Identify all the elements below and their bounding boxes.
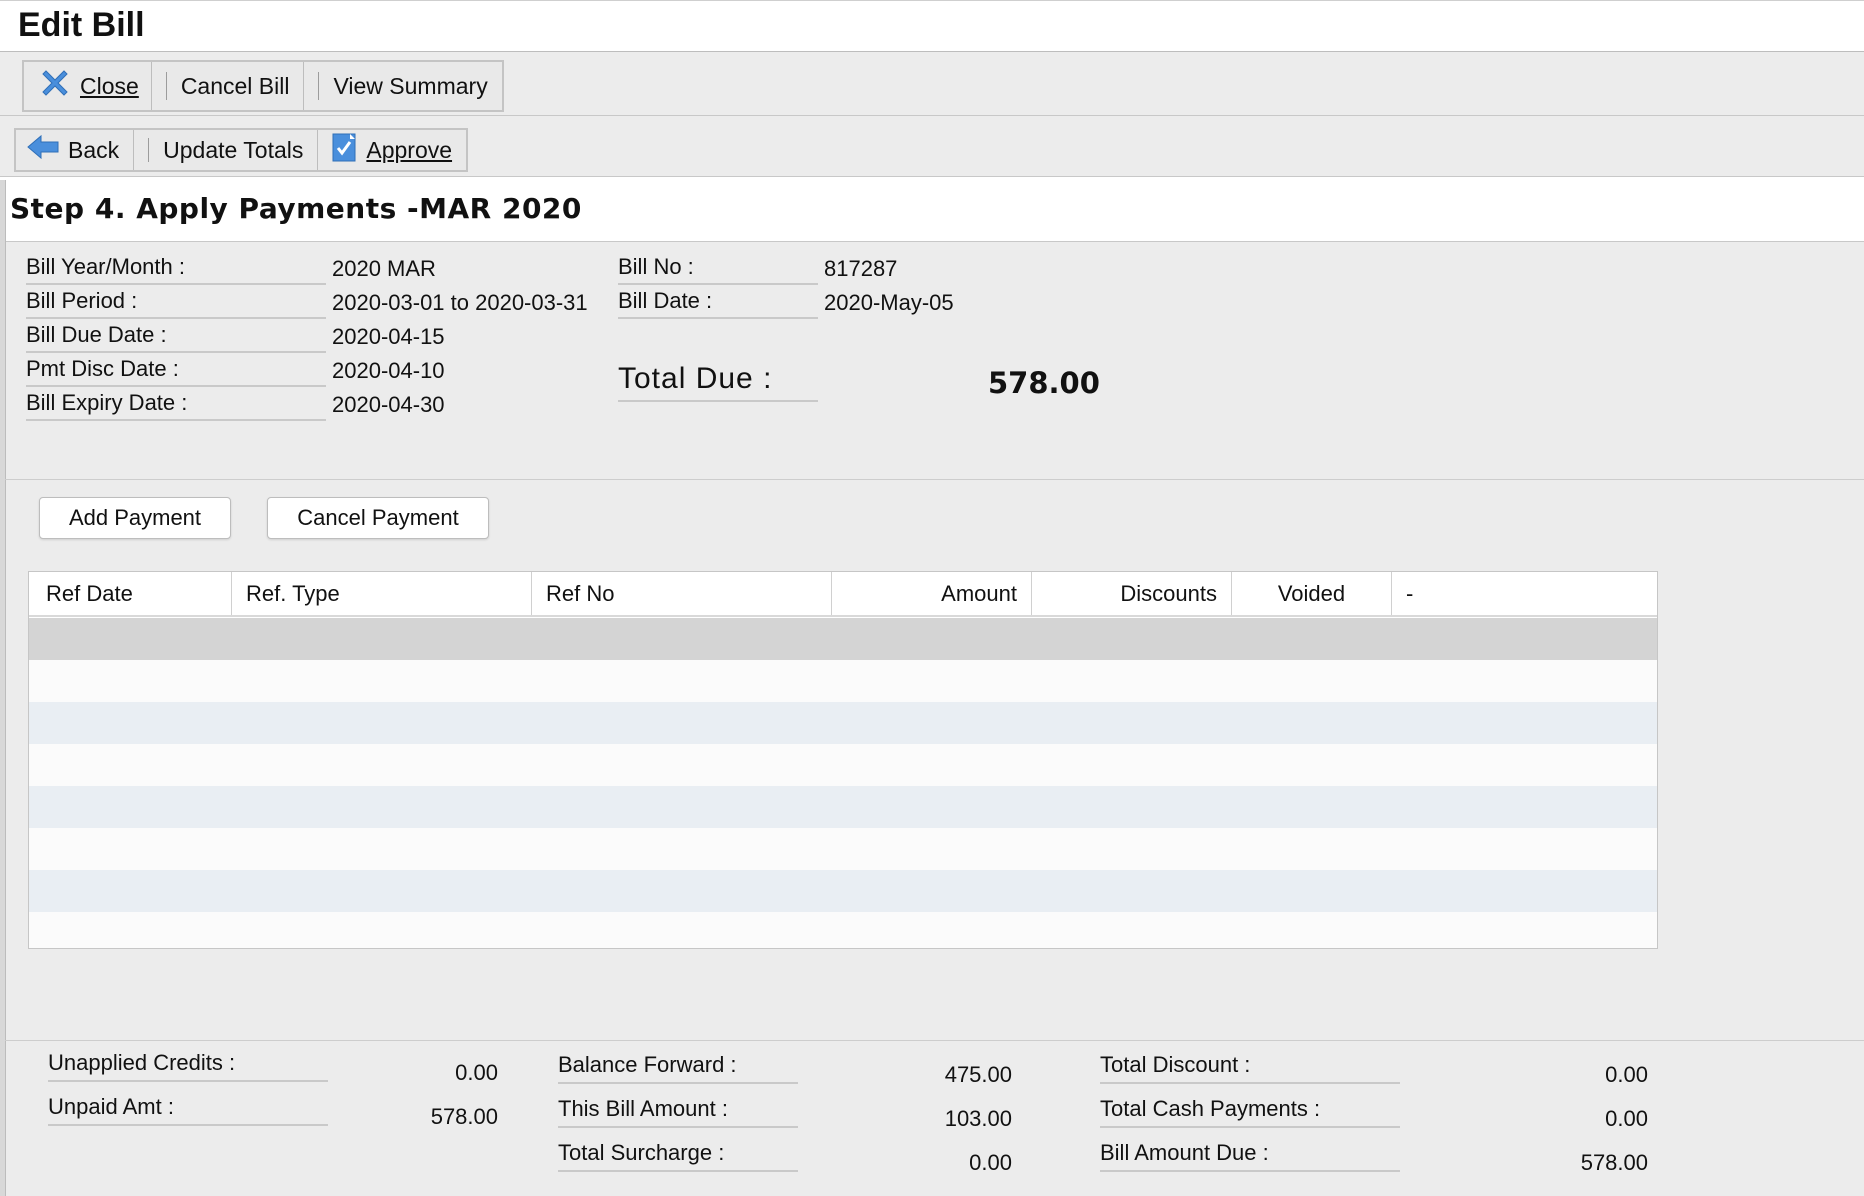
table-row[interactable] xyxy=(29,912,1657,948)
table-row[interactable] xyxy=(29,786,1657,828)
bill-no-label: Bill No : xyxy=(618,254,818,285)
footer-divider xyxy=(5,1040,1864,1041)
total-cash-payments-value: 0.00 xyxy=(1605,1106,1648,1131)
unapplied-credits-value: 0.00 xyxy=(455,1060,498,1085)
table-row[interactable] xyxy=(29,660,1657,702)
total-cash-payments-label: Total Cash Payments : xyxy=(1100,1096,1400,1128)
table-row[interactable] xyxy=(29,828,1657,870)
bill-amount-due-label: Bill Amount Due : xyxy=(1100,1140,1400,1172)
bill-due-date-label: Bill Due Date : xyxy=(26,322,326,353)
payments-table: Ref Date Ref. Type Ref No Amount Discoun… xyxy=(28,571,1658,949)
bill-period-value: 2020-03-01 to 2020-03-31 xyxy=(332,290,588,315)
bill-date-label: Bill Date : xyxy=(618,288,818,319)
bill-year-month-label: Bill Year/Month : xyxy=(26,254,326,285)
column-header-ref-no[interactable]: Ref No xyxy=(532,572,832,615)
toolbar-secondary-group: Back Update Totals Approve xyxy=(14,128,469,172)
approve-button[interactable]: Approve xyxy=(317,130,466,170)
bill-period-label: Bill Period : xyxy=(26,288,326,319)
table-header: Ref Date Ref. Type Ref No Amount Discoun… xyxy=(29,572,1657,617)
toolbar-secondary: Back Update Totals Approve xyxy=(0,116,1864,177)
close-icon xyxy=(38,66,72,106)
unapplied-credits-label: Unapplied Credits : xyxy=(48,1050,328,1082)
section-divider xyxy=(5,479,1864,480)
column-header-ref-type[interactable]: Ref. Type xyxy=(232,572,532,615)
column-header-amount[interactable]: Amount xyxy=(832,572,1032,615)
total-surcharge-label: Total Surcharge : xyxy=(558,1140,798,1172)
column-header-voided[interactable]: Voided xyxy=(1232,572,1392,615)
total-due-label: Total Due : xyxy=(618,362,818,402)
bill-date-value: 2020-May-05 xyxy=(824,290,954,315)
table-row[interactable] xyxy=(29,702,1657,744)
back-label: Back xyxy=(68,136,120,163)
back-button[interactable]: Back xyxy=(16,130,133,170)
toolbar-primary-group: Close Cancel Bill View Summary xyxy=(22,60,504,112)
column-header-discounts[interactable]: Discounts xyxy=(1032,572,1232,615)
approve-document-icon xyxy=(330,131,358,169)
total-surcharge-value: 0.00 xyxy=(969,1150,1012,1175)
this-bill-amount-value: 103.00 xyxy=(944,1106,1012,1131)
balance-forward-value: 475.00 xyxy=(944,1062,1012,1087)
toolbar-separator xyxy=(165,72,167,100)
close-button[interactable]: Close xyxy=(24,62,151,110)
toolbar-primary: Close Cancel Bill View Summary xyxy=(0,53,1864,116)
close-label: Close xyxy=(80,72,139,99)
step-title: Step 4. Apply Payments -MAR 2020 xyxy=(10,192,582,225)
left-edge-strip xyxy=(0,180,6,1196)
approve-label: Approve xyxy=(366,136,453,163)
update-totals-button[interactable]: Update Totals xyxy=(133,130,317,170)
view-summary-label: View Summary xyxy=(333,72,488,99)
bill-expiry-date-value: 2020-04-30 xyxy=(332,392,445,417)
bill-no-value: 817287 xyxy=(824,256,898,281)
bill-due-date-value: 2020-04-15 xyxy=(332,324,445,349)
add-payment-button[interactable]: Add Payment xyxy=(39,497,231,539)
back-arrow-icon xyxy=(26,133,60,167)
pmt-disc-date-value: 2020-04-10 xyxy=(332,358,445,383)
bill-year-month-value: 2020 MAR xyxy=(332,256,436,281)
bill-amount-due-value: 578.00 xyxy=(1580,1150,1648,1175)
bill-expiry-date-label: Bill Expiry Date : xyxy=(26,390,326,421)
window-title: Edit Bill xyxy=(18,6,145,44)
table-row[interactable] xyxy=(29,618,1657,660)
unpaid-amt-value: 578.00 xyxy=(430,1104,498,1129)
pmt-disc-date-label: Pmt Disc Date : xyxy=(26,356,326,387)
unpaid-amt-label: Unpaid Amt : xyxy=(48,1094,328,1126)
cancel-bill-button[interactable]: Cancel Bill xyxy=(150,62,304,110)
total-due-value: 578.00 xyxy=(988,366,1100,400)
cancel-bill-label: Cancel Bill xyxy=(180,72,290,99)
table-row[interactable] xyxy=(29,744,1657,786)
table-row[interactable] xyxy=(29,870,1657,912)
total-discount-value: 0.00 xyxy=(1605,1062,1648,1087)
toolbar-separator xyxy=(148,138,150,162)
total-discount-label: Total Discount : xyxy=(1100,1052,1400,1084)
view-summary-button[interactable]: View Summary xyxy=(303,62,501,110)
toolbar-separator xyxy=(318,72,320,100)
column-header-extra[interactable]: - xyxy=(1392,572,1657,615)
update-totals-label: Update Totals xyxy=(163,136,304,163)
balance-forward-label: Balance Forward : xyxy=(558,1052,798,1084)
cancel-payment-button[interactable]: Cancel Payment xyxy=(267,497,489,539)
title-bar xyxy=(0,0,1864,52)
this-bill-amount-label: This Bill Amount : xyxy=(558,1096,798,1128)
column-header-ref-date[interactable]: Ref Date xyxy=(29,572,232,615)
